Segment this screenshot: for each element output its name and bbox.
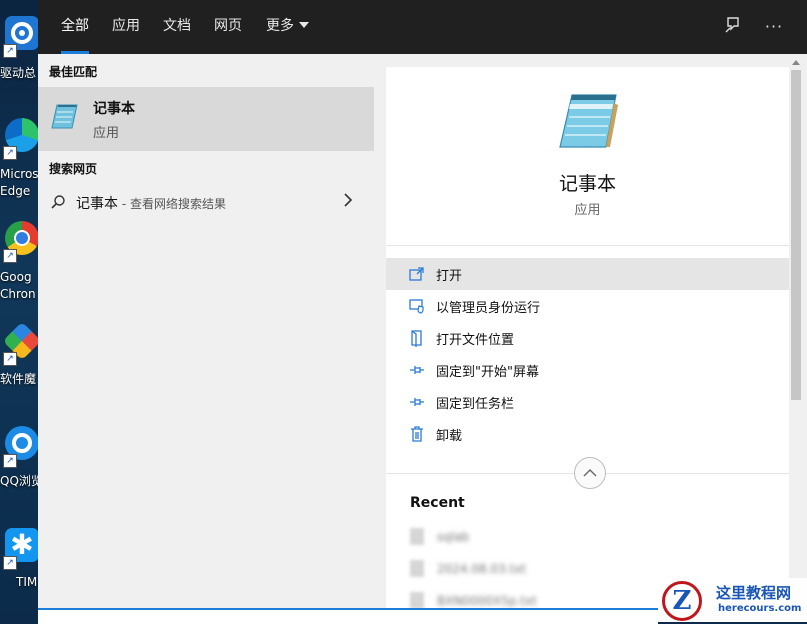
app-details-header: 记事本 应用 xyxy=(386,67,789,243)
scrollbar-thumb[interactable] xyxy=(791,70,801,400)
desktop-shortcut-label: Goog Chron xyxy=(0,270,36,301)
tab-more-label: 更多 xyxy=(266,18,294,34)
tab-more[interactable]: 更多 xyxy=(266,0,309,54)
web-search-query-text: 记事本 xyxy=(76,196,118,212)
desktop-shortcut-driver[interactable]: ↗ 驱动总 xyxy=(0,10,38,110)
best-match-type: 应用 xyxy=(93,126,120,141)
web-search-result[interactable]: 记事本 - 查看网络搜索结果 xyxy=(38,186,374,218)
desktop-shortcut-edge[interactable]: ↗ Micros Edge xyxy=(0,112,38,212)
best-match-result[interactable]: 记事本 应用 xyxy=(38,87,374,151)
file-icon xyxy=(410,560,424,577)
desktop-shortcut-label: Micros Edge xyxy=(0,167,38,198)
tab-apps[interactable]: 应用 xyxy=(112,0,140,54)
shortcut-arrow-icon: ↗ xyxy=(3,249,17,263)
run-as-admin-icon xyxy=(409,299,424,314)
desktop-shortcut-label: 软件魔 xyxy=(0,372,37,386)
feedback-icon[interactable] xyxy=(721,15,745,39)
recent-file-name: 2024.08.03.txt xyxy=(437,562,527,576)
file-icon xyxy=(410,592,424,609)
action-pin-to-taskbar[interactable]: 固定到任务栏 xyxy=(386,386,789,418)
desktop-shortcut-label: 驱动总 xyxy=(0,66,37,80)
more-options-icon[interactable]: ··· xyxy=(762,15,786,39)
action-label: 卸载 xyxy=(436,429,463,444)
pin-icon xyxy=(410,366,424,374)
app-details-pane: 记事本 应用 打开 以管理员身份运行 打开文件位置 固定到"开始"屏幕 固定到任… xyxy=(386,67,789,610)
watermark-url: herecours.com xyxy=(718,603,802,614)
desktop-strip: ↗ 驱动总 ↗ Micros Edge ↗ Goog Chron ↗ 软件魔 ↗… xyxy=(0,0,38,622)
divider xyxy=(386,245,789,246)
scroll-up-icon[interactable] xyxy=(792,60,800,65)
shortcut-arrow-icon: ↗ xyxy=(3,556,17,570)
desktop-shortcut-qq-browser[interactable]: ↗ QQ浏览 xyxy=(0,420,38,520)
action-open[interactable]: 打开 xyxy=(386,258,789,290)
chevron-up-icon xyxy=(583,469,597,477)
pin-icon xyxy=(410,398,424,406)
desktop-shortcut-chrome[interactable]: ↗ Goog Chron xyxy=(0,215,38,315)
action-open-file-location[interactable]: 打开文件位置 xyxy=(386,322,789,354)
search-tab-bar: 全部 应用 文档 网页 更多 ··· xyxy=(38,0,807,54)
app-details-name: 记事本 xyxy=(558,173,616,195)
shortcut-arrow-icon: ↗ xyxy=(3,454,17,468)
site-watermark: Z 这里教程网 herecours.com xyxy=(658,578,807,622)
action-pin-to-start[interactable]: 固定到"开始"屏幕 xyxy=(386,354,789,386)
app-details-type: 应用 xyxy=(574,203,601,218)
desktop-shortcut-tim[interactable]: ✱ ↗ TIM xyxy=(0,522,38,622)
watermark-logo-icon: Z xyxy=(662,581,702,621)
web-search-hint: - 查看网络搜索结果 xyxy=(118,197,226,211)
file-icon xyxy=(410,528,424,545)
open-icon xyxy=(409,267,424,281)
search-panel: 全部 应用 文档 网页 更多 ··· 最佳匹配 记事本 应用 搜索网页 记事本 … xyxy=(38,0,807,624)
recent-file-name: BXN0000X5p.txt xyxy=(437,594,537,608)
results-list: 最佳匹配 记事本 应用 搜索网页 记事本 - 查看网络搜索结果 xyxy=(38,54,374,614)
chevron-down-icon xyxy=(299,22,309,28)
best-match-name: 记事本 xyxy=(93,101,135,117)
notepad-icon xyxy=(51,104,78,129)
search-icon xyxy=(51,195,65,209)
details-scrollbar[interactable] xyxy=(789,60,803,610)
recent-file-item[interactable]: sqlab xyxy=(410,527,710,547)
tab-all[interactable]: 全部 xyxy=(61,0,89,54)
action-label: 打开文件位置 xyxy=(436,333,515,348)
web-search-query: 记事本 - 查看网络搜索结果 xyxy=(76,193,226,213)
action-run-as-admin[interactable]: 以管理员身份运行 xyxy=(386,290,789,322)
collapse-button[interactable] xyxy=(574,457,606,489)
trash-icon xyxy=(411,426,423,442)
action-label: 打开 xyxy=(436,269,463,284)
action-uninstall[interactable]: 卸载 xyxy=(386,418,789,450)
desktop-shortcut-label: TIM xyxy=(16,575,38,589)
desktop-shortcut-software[interactable]: ↗ 软件魔 xyxy=(0,318,38,418)
shortcut-arrow-icon: ↗ xyxy=(3,146,17,160)
tab-web[interactable]: 网页 xyxy=(214,0,242,54)
desktop-shortcut-label: QQ浏览 xyxy=(0,474,38,488)
chevron-right-icon[interactable] xyxy=(343,192,353,211)
watermark-title: 这里教程网 xyxy=(716,584,792,602)
recent-file-name: sqlab xyxy=(437,530,470,544)
shortcut-arrow-icon: ↗ xyxy=(3,44,17,58)
action-label: 固定到任务栏 xyxy=(436,397,515,412)
recent-file-item[interactable]: 2024.08.03.txt xyxy=(410,559,710,579)
action-label: 以管理员身份运行 xyxy=(436,301,541,316)
tab-documents[interactable]: 文档 xyxy=(163,0,191,54)
recent-heading: Recent xyxy=(410,495,465,511)
file-location-icon xyxy=(411,330,422,347)
notepad-large-icon xyxy=(559,94,618,148)
action-label: 固定到"开始"屏幕 xyxy=(436,365,539,380)
shortcut-arrow-icon: ↗ xyxy=(3,352,17,366)
best-match-heading: 最佳匹配 xyxy=(49,65,98,79)
web-search-heading: 搜索网页 xyxy=(49,162,98,176)
